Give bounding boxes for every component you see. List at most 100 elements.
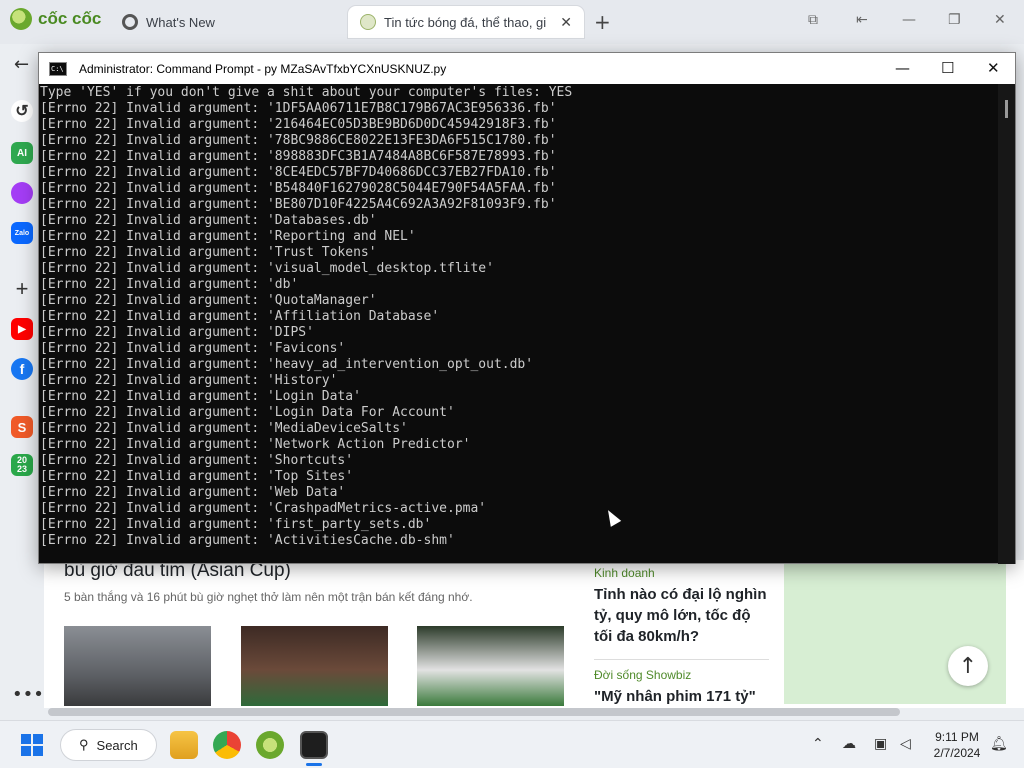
tab-label: What's New: [146, 14, 215, 30]
youtube-icon[interactable]: ▶: [11, 318, 33, 340]
back-icon[interactable]: ←: [14, 54, 29, 75]
history-icon[interactable]: ↺: [11, 100, 33, 122]
console-line: [Errno 22] Invalid argument: 'Reporting …: [40, 229, 416, 244]
console-line: [Errno 22] Invalid argument: 'Trust Toke…: [40, 245, 377, 260]
messenger-icon[interactable]: [11, 182, 33, 204]
more-icon[interactable]: •••: [12, 684, 44, 705]
year-label: 20 23: [16, 455, 27, 474]
console-output[interactable]: Type 'YES' if you don't give a shit abou…: [39, 84, 999, 564]
category-label[interactable]: Đời sống Showbiz: [594, 668, 769, 682]
notification-bell-icon[interactable]: 🔔︎: [990, 736, 1008, 752]
chrome-icon[interactable]: [213, 731, 241, 759]
clock[interactable]: 9:11 PM 2/7/2024: [924, 729, 990, 761]
zalo-label: Zalo: [14, 229, 30, 237]
file-explorer-icon[interactable]: [170, 731, 198, 759]
minimize-browser-button[interactable]: —: [902, 12, 916, 28]
console-line: [Errno 22] Invalid argument: 'Activities…: [40, 533, 455, 548]
add-app-icon[interactable]: +: [11, 276, 33, 301]
console-line: [Errno 22] Invalid argument: 'db': [40, 277, 299, 292]
console-scrollbar[interactable]: [998, 84, 1015, 564]
console-line: [Errno 22] Invalid argument: '898883DFC3…: [40, 149, 557, 164]
volume-icon[interactable]: ◁: [900, 736, 911, 752]
tab-news[interactable]: Tin tức bóng đá, thể thao, gi ✕: [348, 6, 584, 38]
console-line: [Errno 22] Invalid argument: 'B54840F162…: [40, 181, 557, 196]
gear-icon: [122, 14, 138, 30]
facebook-icon[interactable]: f: [11, 358, 33, 380]
cmd-maximize-button[interactable]: ☐: [941, 59, 954, 77]
coccoc-logo[interactable]: cốc cốc: [10, 8, 101, 30]
cmd-titlebar[interactable]: C:\ Administrator: Command Prompt - py M…: [39, 53, 1015, 84]
cloud-sync-icon[interactable]: ☁: [842, 736, 856, 752]
back-arrow-icon[interactable]: ⇤: [856, 12, 868, 28]
site-favicon-icon: [360, 14, 376, 30]
console-line: [Errno 22] Invalid argument: 'Shortcuts': [40, 453, 354, 468]
coccoc-browser-icon[interactable]: [256, 731, 284, 759]
console-line: [Errno 22] Invalid argument: 'heavy_ad_i…: [40, 357, 534, 372]
close-tab-icon[interactable]: ✕: [560, 14, 572, 31]
screen-reader-icon[interactable]: ⧉: [808, 12, 818, 28]
taskbar-search[interactable]: ⚲ Search: [60, 729, 157, 761]
cmd-app-icon: C:\: [49, 61, 67, 76]
console-line: [Errno 22] Invalid argument: 'BE807D10F4…: [40, 197, 557, 212]
article-summary: 5 bàn thắng và 16 phút bù giờ nghẹt thở …: [64, 590, 473, 604]
browser-tab-strip: cốc cốc What's New Tin tức bóng đá, thể …: [0, 0, 1024, 44]
clock-date: 2/7/2024: [933, 746, 981, 760]
maximize-browser-button[interactable]: ❐: [948, 12, 961, 28]
console-line: [Errno 22] Invalid argument: 'Databases.…: [40, 213, 377, 228]
chevron-up-icon[interactable]: ⌃: [812, 736, 824, 752]
ai-label: AI: [17, 147, 27, 159]
taskbar: ⚲ Search ⌃ ☁ ▣ ◁ 9:11 PM 2/7/2024 🔔︎: [0, 720, 1024, 768]
console-line: [Errno 22] Invalid argument: 'Login Data…: [40, 405, 455, 420]
scroll-top-button[interactable]: ↑: [948, 646, 988, 686]
shopee-label: S: [17, 419, 27, 435]
scrollbar-thumb[interactable]: [1005, 100, 1008, 118]
tab-label: Tin tức bóng đá, thể thao, gi: [384, 14, 547, 30]
cmd-title: Administrator: Command Prompt - py MZaSA…: [79, 61, 447, 76]
shopee-icon[interactable]: S: [11, 416, 33, 438]
cmd-minimize-button[interactable]: —: [895, 59, 910, 77]
article-image[interactable]: [241, 626, 388, 706]
coccoc-logo-text: cốc cốc: [38, 9, 102, 28]
console-line: [Errno 22] Invalid argument: 'QuotaManag…: [40, 293, 377, 308]
command-prompt-icon[interactable]: [300, 731, 328, 759]
search-label: Search: [96, 737, 138, 753]
active-app-indicator: [306, 763, 322, 766]
console-line: [Errno 22] Invalid argument: '216464EC05…: [40, 117, 557, 132]
close-browser-button[interactable]: ✕: [994, 12, 1006, 28]
console-line: [Errno 22] Invalid argument: '8CE4EDC57B…: [40, 165, 557, 180]
horizontal-scrollbar[interactable]: [48, 708, 900, 716]
command-prompt-window[interactable]: C:\ Administrator: Command Prompt - py M…: [38, 52, 1016, 564]
console-line: [Errno 22] Invalid argument: 'MediaDevic…: [40, 421, 408, 436]
console-line: [Errno 22] Invalid argument: 'visual_mod…: [40, 261, 494, 276]
article-image[interactable]: [64, 626, 211, 706]
cmd-close-button[interactable]: ✕: [987, 59, 1000, 77]
category-label[interactable]: Kinh doanh: [594, 566, 769, 580]
console-line: [Errno 22] Invalid argument: 'Favicons': [40, 341, 346, 356]
article-image[interactable]: [417, 626, 564, 706]
new-tab-button[interactable]: +: [594, 10, 611, 34]
console-line: [Errno 22] Invalid argument: 'Web Data': [40, 485, 346, 500]
side-news-title[interactable]: "Mỹ nhân phim 171 tỷ": [594, 686, 769, 707]
console-line: [Errno 22] Invalid argument: 'CrashpadMe…: [40, 501, 487, 516]
clock-time: 9:11 PM: [935, 730, 979, 744]
search-icon: ⚲: [79, 737, 89, 752]
tab-whats-new[interactable]: What's New: [110, 6, 340, 38]
windows-start-icon[interactable]: [21, 734, 43, 756]
console-line: [Errno 22] Invalid argument: 'Login Data…: [40, 389, 361, 404]
console-line: [Errno 22] Invalid argument: 'DIPS': [40, 325, 314, 340]
console-line: [Errno 22] Invalid argument: 'Top Sites': [40, 469, 354, 484]
console-line: [Errno 22] Invalid argument: 'first_part…: [40, 517, 432, 532]
coccoc-logo-icon: [10, 8, 32, 30]
calendar-2023-icon[interactable]: 20 23: [11, 454, 33, 476]
console-line: [Errno 22] Invalid argument: 'Affiliatio…: [40, 309, 440, 324]
console-line: Type 'YES' if you don't give a shit abou…: [40, 85, 573, 100]
zalo-icon[interactable]: Zalo: [11, 222, 33, 244]
console-line: [Errno 22] Invalid argument: '1DF5AA0671…: [40, 101, 557, 116]
ai-assistant-icon[interactable]: AI: [11, 142, 33, 164]
console-line: [Errno 22] Invalid argument: '78BC9886CE…: [40, 133, 557, 148]
network-icon[interactable]: ▣: [874, 736, 887, 752]
side-news-title[interactable]: Tỉnh nào có đại lộ nghìn tỷ, quy mô lớn,…: [594, 584, 769, 647]
console-line: [Errno 22] Invalid argument: 'Network Ac…: [40, 437, 471, 452]
console-line: [Errno 22] Invalid argument: 'History': [40, 373, 338, 388]
side-news-list: Kinh doanh Tỉnh nào có đại lộ nghìn tỷ, …: [594, 566, 769, 707]
